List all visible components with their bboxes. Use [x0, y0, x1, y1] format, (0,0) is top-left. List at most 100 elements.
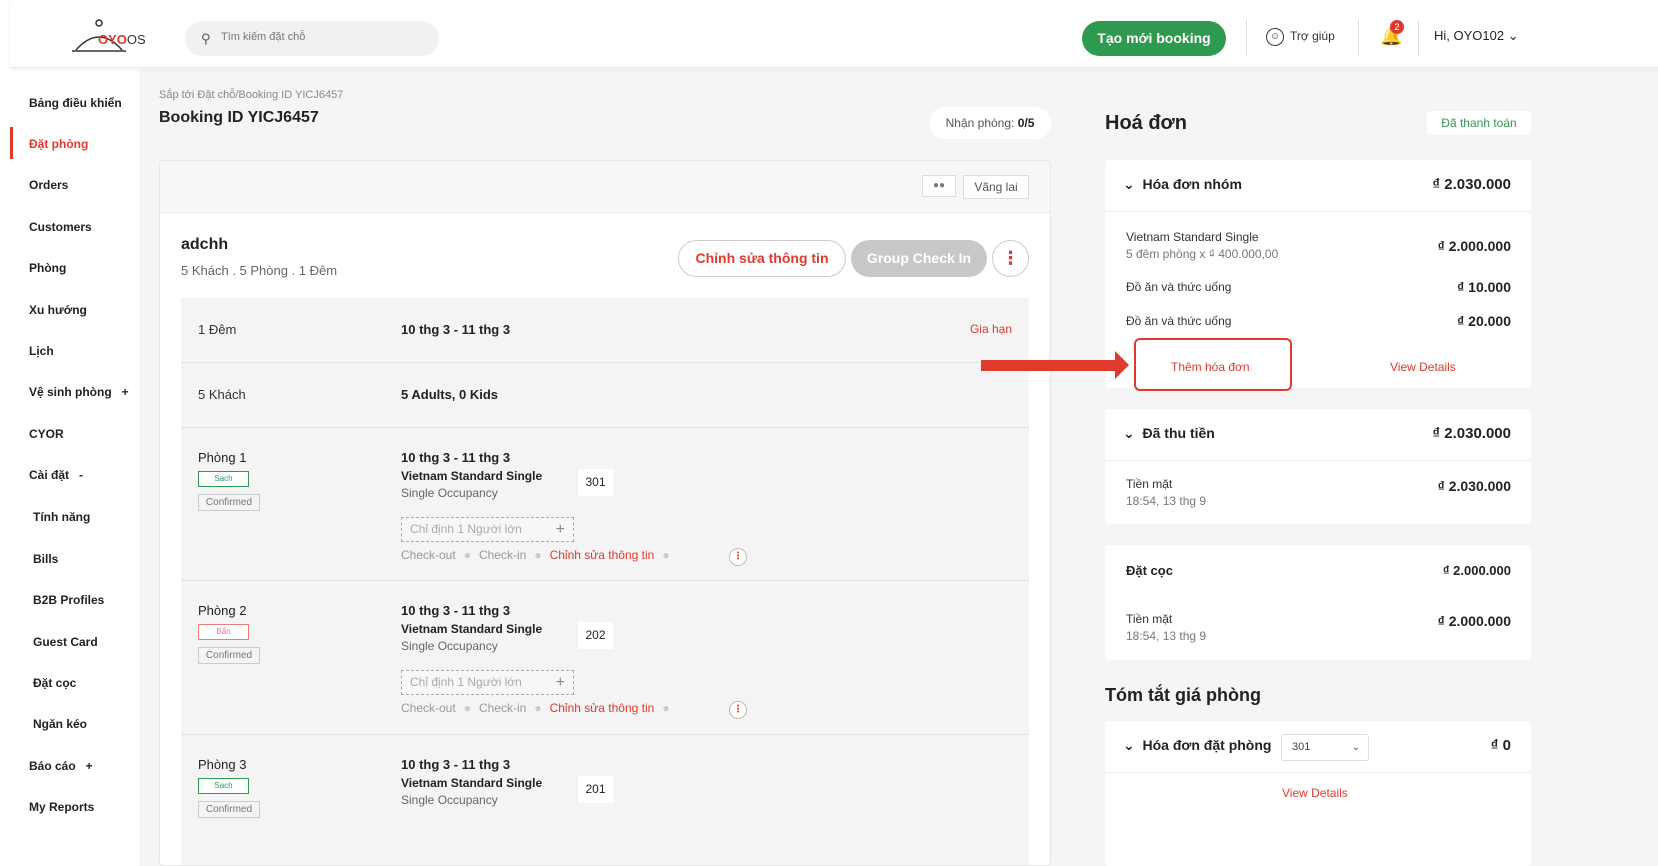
sidebar-item-my-reports[interactable]: My Reports [29, 800, 94, 814]
collected-header[interactable]: ⌄ Đã thu tiền ₫ 2.030.000 [1105, 409, 1531, 461]
room-number[interactable]: 201 [578, 776, 613, 803]
group-invoice-title: ⌄ Hóa đơn nhóm [1123, 176, 1242, 192]
highlight-box [1134, 338, 1292, 391]
sidebar-item-dashboard[interactable]: Bảng điều khiển [29, 96, 122, 110]
sidebar-item-reports[interactable]: Báo cáo + [29, 759, 93, 773]
sidebar-item-rooms[interactable]: Phòng [29, 261, 66, 275]
booking-card: ●● Vãng lai adchh 5 Khách . 5 Phòng . 1 … [159, 160, 1051, 866]
sidebar-item-drawer[interactable]: Ngăn kéo [33, 717, 87, 731]
invoice-line-sub: 5 đêm phòng x ₫ 400.000,00 [1126, 247, 1279, 261]
group-checkin-button[interactable]: Group Check In [851, 240, 987, 277]
collected-title: ⌄ Đã thu tiền [1123, 425, 1215, 441]
room-more-icon[interactable]: ⋮ [729, 548, 747, 566]
sidebar-item-bills[interactable]: Bills [33, 552, 58, 566]
plus-icon: + [555, 674, 565, 691]
payment-method: Tiền mặt [1126, 477, 1173, 491]
room-number[interactable]: 301 [578, 469, 613, 496]
assign-guest-field[interactable]: Chỉ định 1 Người lớn + [401, 670, 574, 695]
edit-info-button[interactable]: Chỉnh sửa thông tin [678, 240, 846, 277]
search-placeholder[interactable]: Tìm kiếm đặt chỗ [221, 31, 305, 43]
room-state-badge: Confirmed [198, 647, 260, 664]
payment-amount: ₫ 2.030.000 [1437, 478, 1511, 494]
room-type: Vietnam Standard Single [401, 776, 543, 790]
active-indicator [10, 127, 13, 159]
plus-icon: + [555, 521, 565, 538]
sidebar-item-guest-card[interactable]: Guest Card [33, 635, 98, 649]
room-invoice-total: ₫ 0 [1490, 737, 1511, 754]
room-dates: 10 thg 3 - 11 thg 3 [401, 603, 511, 618]
main-content: Sắp tới Đặt chỗ/Booking ID YICJ6457 Book… [141, 69, 1658, 866]
room-state-badge: Confirmed [198, 801, 260, 818]
room-actions: Check-out ● Check-in ● Chỉnh sửa thông tin ● [401, 701, 670, 715]
payment-time: 18:54, 13 thg 9 [1126, 629, 1207, 643]
invoice-line-name: Vietnam Standard Single [1126, 230, 1259, 244]
room-row: Phòng 2 Bẩn Confirmed 10 thg 3 - 11 thg … [181, 581, 1029, 735]
more-options-icon[interactable]: ⋮ [992, 240, 1029, 277]
stay-row: 1 Đêm 10 thg 3 - 11 thg 3 Gia hạn [181, 298, 1029, 363]
guests-label: 5 Khách [198, 387, 246, 402]
search-box[interactable]: ⚲ Tìm kiếm đặt chỗ [185, 21, 439, 56]
payment-amount: ₫ 2.000.000 [1437, 613, 1511, 629]
room-more-icon[interactable]: ⋮ [729, 701, 747, 719]
guest-name: adchh [181, 236, 229, 253]
bell-icon[interactable]: 🔔 2 [1380, 20, 1404, 47]
collected-card: ⌄ Đã thu tiền ₫ 2.030.000 Tiền mặt 18:54… [1105, 409, 1531, 524]
room-row: Phòng 3 Sạch Confirmed 10 thg 3 - 11 thg… [181, 735, 1029, 865]
guest-summary: 5 Khách . 5 Phòng . 1 Đêm [181, 263, 338, 278]
edit-room-link[interactable]: Chỉnh sửa thông tin [550, 701, 655, 715]
deposit-card: Đặt cọc ₫ 2.000.000 Tiền mặt 18:54, 13 t… [1105, 545, 1531, 660]
help-link[interactable]: ☺ Trợ giúp [1266, 28, 1335, 46]
sidebar-item-trends[interactable]: Xu hướng [29, 303, 87, 317]
checkout-link[interactable]: Check-out [401, 701, 456, 715]
sidebar-item-bookings[interactable]: Đặt phòng [29, 137, 88, 151]
invoice-line-amount: ₫ 20.000 [1457, 313, 1511, 329]
room-actions: Check-out ● Check-in ● Chỉnh sửa thông tin ● [401, 548, 670, 562]
divider [1358, 20, 1359, 56]
sidebar-item-orders[interactable]: Orders [29, 178, 68, 192]
room-dates: 10 thg 3 - 11 thg 3 [401, 757, 511, 772]
help-icon: ☺ [1266, 28, 1284, 46]
room-occupancy: Single Occupancy [401, 639, 498, 653]
invoice-line-name: Đồ ăn và thức uống [1126, 280, 1232, 294]
page-title: Booking ID YICJ6457 [159, 109, 319, 126]
booking-card-header: ●● Vãng lai [160, 161, 1050, 213]
divider [1418, 20, 1419, 56]
sidebar-item-deposit[interactable]: Đặt cọc [33, 676, 76, 690]
payment-method: Tiền mặt [1126, 612, 1173, 626]
breadcrumb[interactable]: Sắp tới Đặt chỗ/Booking ID YICJ6457 [159, 89, 343, 101]
room-state-badge: Confirmed [198, 494, 260, 511]
sidebar-item-settings[interactable]: Cài đặt - [29, 468, 83, 482]
room-row: Phòng 1 Sạch Confirmed 10 thg 3 - 11 thg… [181, 428, 1029, 581]
sidebar-item-b2b-profiles[interactable]: B2B Profiles [33, 593, 104, 607]
new-booking-button[interactable]: Tạo mới booking [1082, 21, 1226, 56]
stay-dates: 10 thg 3 - 11 thg 3 [401, 322, 511, 337]
checkin-link[interactable]: Check-in [479, 701, 526, 715]
sidebar-item-customers[interactable]: Customers [29, 220, 92, 234]
group-invoice-header[interactable]: ⌄ Hóa đơn nhóm ₫ 2.030.000 [1105, 160, 1531, 212]
edit-room-link[interactable]: Chỉnh sửa thông tin [550, 548, 655, 562]
collected-total: ₫ 2.030.000 [1432, 425, 1511, 442]
checkout-link[interactable]: Check-out [401, 548, 456, 562]
checkin-link[interactable]: Check-in [479, 548, 526, 562]
extend-link[interactable]: Gia hạn [970, 322, 1012, 336]
logo-text: OYOOS [98, 32, 146, 47]
chevron-down-icon: ⌄ [1507, 28, 1519, 43]
search-icon: ⚲ [201, 31, 211, 46]
room-number[interactable]: 202 [578, 622, 613, 649]
sidebar-item-features[interactable]: Tính năng [33, 510, 90, 524]
room-select[interactable]: 301 ⌄ [1281, 734, 1369, 761]
room-name: Phòng 2 [198, 603, 247, 618]
view-details-link[interactable]: View Details [1282, 786, 1348, 800]
user-menu[interactable]: Hi, OYO102 ⌄ [1434, 28, 1519, 44]
room-name: Phòng 3 [198, 757, 247, 772]
assign-guest-field[interactable]: Chỉ định 1 Người lớn + [401, 517, 574, 542]
view-details-link[interactable]: View Details [1390, 360, 1456, 374]
walkin-badge: Vãng lai [963, 175, 1029, 199]
invoice-line-name: Đồ ăn và thức uống [1126, 314, 1232, 328]
chevron-down-icon: ⌄ [1123, 425, 1135, 441]
invoice-title: Hoá đơn [1105, 112, 1187, 134]
top-header: OYOOS ⚲ Tìm kiếm đặt chỗ Tạo mới booking… [10, 0, 1658, 68]
sidebar-item-housekeeping[interactable]: Vệ sinh phòng + [29, 385, 129, 399]
sidebar-item-cyor[interactable]: CYOR [29, 427, 64, 441]
sidebar-item-calendar[interactable]: Lịch [29, 344, 54, 358]
